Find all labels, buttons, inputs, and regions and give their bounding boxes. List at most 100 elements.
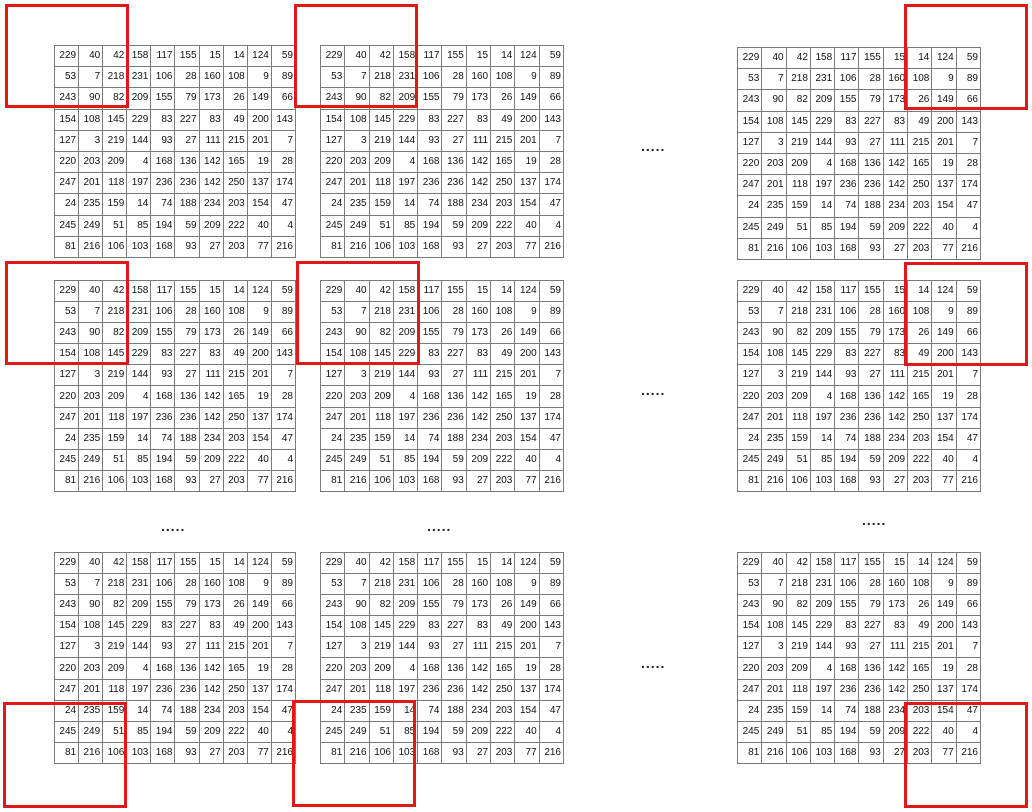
matrix-cell: 203 bbox=[907, 741, 933, 765]
matrix-cell: 124 bbox=[514, 279, 540, 303]
matrix-cell: 14 bbox=[809, 195, 836, 218]
matrix-cell: 82 bbox=[368, 594, 394, 617]
matrix-cell: 49 bbox=[490, 108, 516, 131]
matrix-cell: 136 bbox=[441, 657, 467, 680]
matrix-cell: 249 bbox=[761, 216, 787, 239]
matrix-cell: 236 bbox=[441, 406, 467, 429]
matrix-cell: 74 bbox=[417, 427, 443, 450]
matrix-cell: 168 bbox=[834, 469, 860, 493]
matrix-cell: 83 bbox=[834, 343, 860, 366]
matrix-cell: 201 bbox=[761, 678, 787, 701]
matrix-cell: 89 bbox=[538, 573, 565, 596]
matrix-cell: 89 bbox=[538, 66, 565, 89]
matrix-cell: 83 bbox=[882, 343, 909, 366]
matrix-cell: 4 bbox=[538, 214, 565, 237]
matrix-cell: 209 bbox=[392, 322, 419, 345]
matrix-cell: 173 bbox=[882, 594, 909, 617]
matrix-cell: 19 bbox=[514, 657, 540, 680]
matrix-cell: 74 bbox=[417, 193, 443, 216]
matrix-cell: 209 bbox=[198, 214, 224, 237]
matrix-cell: 28 bbox=[538, 657, 565, 680]
matrix-cell: 174 bbox=[955, 174, 982, 197]
matrix-row: 53 7 218 231 106 28 160 108 9 89 bbox=[53, 573, 297, 596]
matrix-cell: 118 bbox=[785, 678, 811, 701]
matrix-cell: 236 bbox=[150, 678, 176, 701]
matrix-cell: 26 bbox=[907, 594, 933, 617]
matrix-cell: 42 bbox=[102, 44, 128, 68]
matrix-cell: 53 bbox=[53, 301, 80, 324]
matrix-cell: 200 bbox=[931, 110, 957, 133]
matrix-cell: 218 bbox=[102, 301, 128, 324]
number-matrix: 229 40 42 158 117 155 15 14 124 59 53 7 218 231 106 28 1… bbox=[53, 44, 297, 259]
matrix-cell: 14 bbox=[126, 699, 152, 722]
matrix-cell: 83 bbox=[198, 615, 224, 638]
matrix-cell: 209 bbox=[102, 657, 128, 680]
matrix-row: 81 216 106 103 168 93 27 203 77 216 bbox=[319, 235, 565, 259]
matrix-cell: 200 bbox=[514, 343, 540, 366]
matrix-cell: 145 bbox=[102, 343, 128, 366]
matrix-cell: 106 bbox=[785, 237, 811, 261]
matrix-cell: 215 bbox=[490, 364, 516, 387]
matrix-cell: 149 bbox=[246, 87, 272, 110]
matrix-cell: 14 bbox=[126, 193, 152, 216]
matrix-cell: 47 bbox=[270, 427, 297, 450]
matrix-cell: 159 bbox=[102, 193, 128, 216]
matrix-cell: 118 bbox=[102, 172, 128, 195]
matrix-cell: 81 bbox=[319, 741, 346, 765]
matrix-row: 245 249 51 85 194 59 209 222 40 4 bbox=[53, 448, 297, 471]
matrix-cell: 203 bbox=[761, 657, 787, 680]
matrix-cell: 155 bbox=[417, 594, 443, 617]
matrix-cell: 40 bbox=[931, 448, 957, 471]
grid-row2-col2: 229 40 42 158 117 155 15 14 124 59 53 7 218 231 106 28 1… bbox=[319, 279, 565, 493]
matrix-cell: 28 bbox=[270, 657, 297, 680]
matrix-cell: 200 bbox=[246, 108, 272, 131]
matrix-cell: 59 bbox=[858, 720, 884, 743]
matrix-cell: 7 bbox=[344, 301, 370, 324]
matrix-cell: 28 bbox=[174, 301, 200, 324]
matrix-cell: 85 bbox=[392, 720, 419, 743]
matrix-cell: 160 bbox=[882, 573, 909, 596]
matrix-row: 154 108 145 229 83 227 83 49 200 143 bbox=[53, 615, 297, 638]
matrix-cell: 203 bbox=[344, 657, 370, 680]
matrix-cell: 14 bbox=[222, 551, 248, 575]
matrix-cell: 66 bbox=[955, 594, 982, 617]
matrix-cell: 155 bbox=[441, 44, 467, 68]
matrix-cell: 28 bbox=[270, 385, 297, 408]
matrix-row: 243 90 82 209 155 79 173 26 149 66 bbox=[319, 87, 565, 110]
matrix-cell: 26 bbox=[907, 89, 933, 112]
matrix-cell: 165 bbox=[907, 385, 933, 408]
matrix-cell: 111 bbox=[465, 364, 492, 387]
matrix-cell: 79 bbox=[858, 89, 884, 112]
matrix-cell: 26 bbox=[222, 322, 248, 345]
matrix-cell: 165 bbox=[907, 657, 933, 680]
matrix-cell: 145 bbox=[785, 615, 811, 638]
matrix-cell: 137 bbox=[514, 678, 540, 701]
matrix-cell: 40 bbox=[931, 216, 957, 239]
matrix-cell: 79 bbox=[174, 594, 200, 617]
matrix-cell: 106 bbox=[368, 235, 394, 259]
matrix-cell: 15 bbox=[882, 279, 909, 303]
matrix-cell: 173 bbox=[882, 322, 909, 345]
matrix-cell: 145 bbox=[785, 343, 811, 366]
matrix-cell: 59 bbox=[955, 551, 982, 575]
matrix-cell: 49 bbox=[222, 615, 248, 638]
matrix-cell: 158 bbox=[126, 279, 152, 303]
matrix-cell: 188 bbox=[441, 193, 467, 216]
matrix-cell: 245 bbox=[736, 216, 763, 239]
ellipsis-col3: ..... bbox=[862, 512, 887, 528]
matrix-cell: 137 bbox=[931, 678, 957, 701]
matrix-row: 81 216 106 103 168 93 27 203 77 216 bbox=[53, 235, 297, 259]
matrix-cell: 4 bbox=[809, 152, 836, 176]
matrix-cell: 203 bbox=[490, 699, 516, 722]
matrix-cell: 168 bbox=[417, 469, 443, 493]
matrix-cell: 188 bbox=[858, 427, 884, 450]
matrix-cell: 83 bbox=[417, 108, 443, 131]
matrix-cell: 201 bbox=[514, 364, 540, 387]
matrix-cell: 142 bbox=[465, 172, 492, 195]
matrix-cell: 235 bbox=[761, 427, 787, 450]
matrix-cell: 59 bbox=[441, 448, 467, 471]
matrix-cell: 149 bbox=[514, 594, 540, 617]
matrix-row: 247 201 118 197 236 236 142 250 137 174 bbox=[319, 678, 565, 701]
matrix-cell: 142 bbox=[882, 678, 909, 701]
matrix-cell: 155 bbox=[858, 279, 884, 303]
